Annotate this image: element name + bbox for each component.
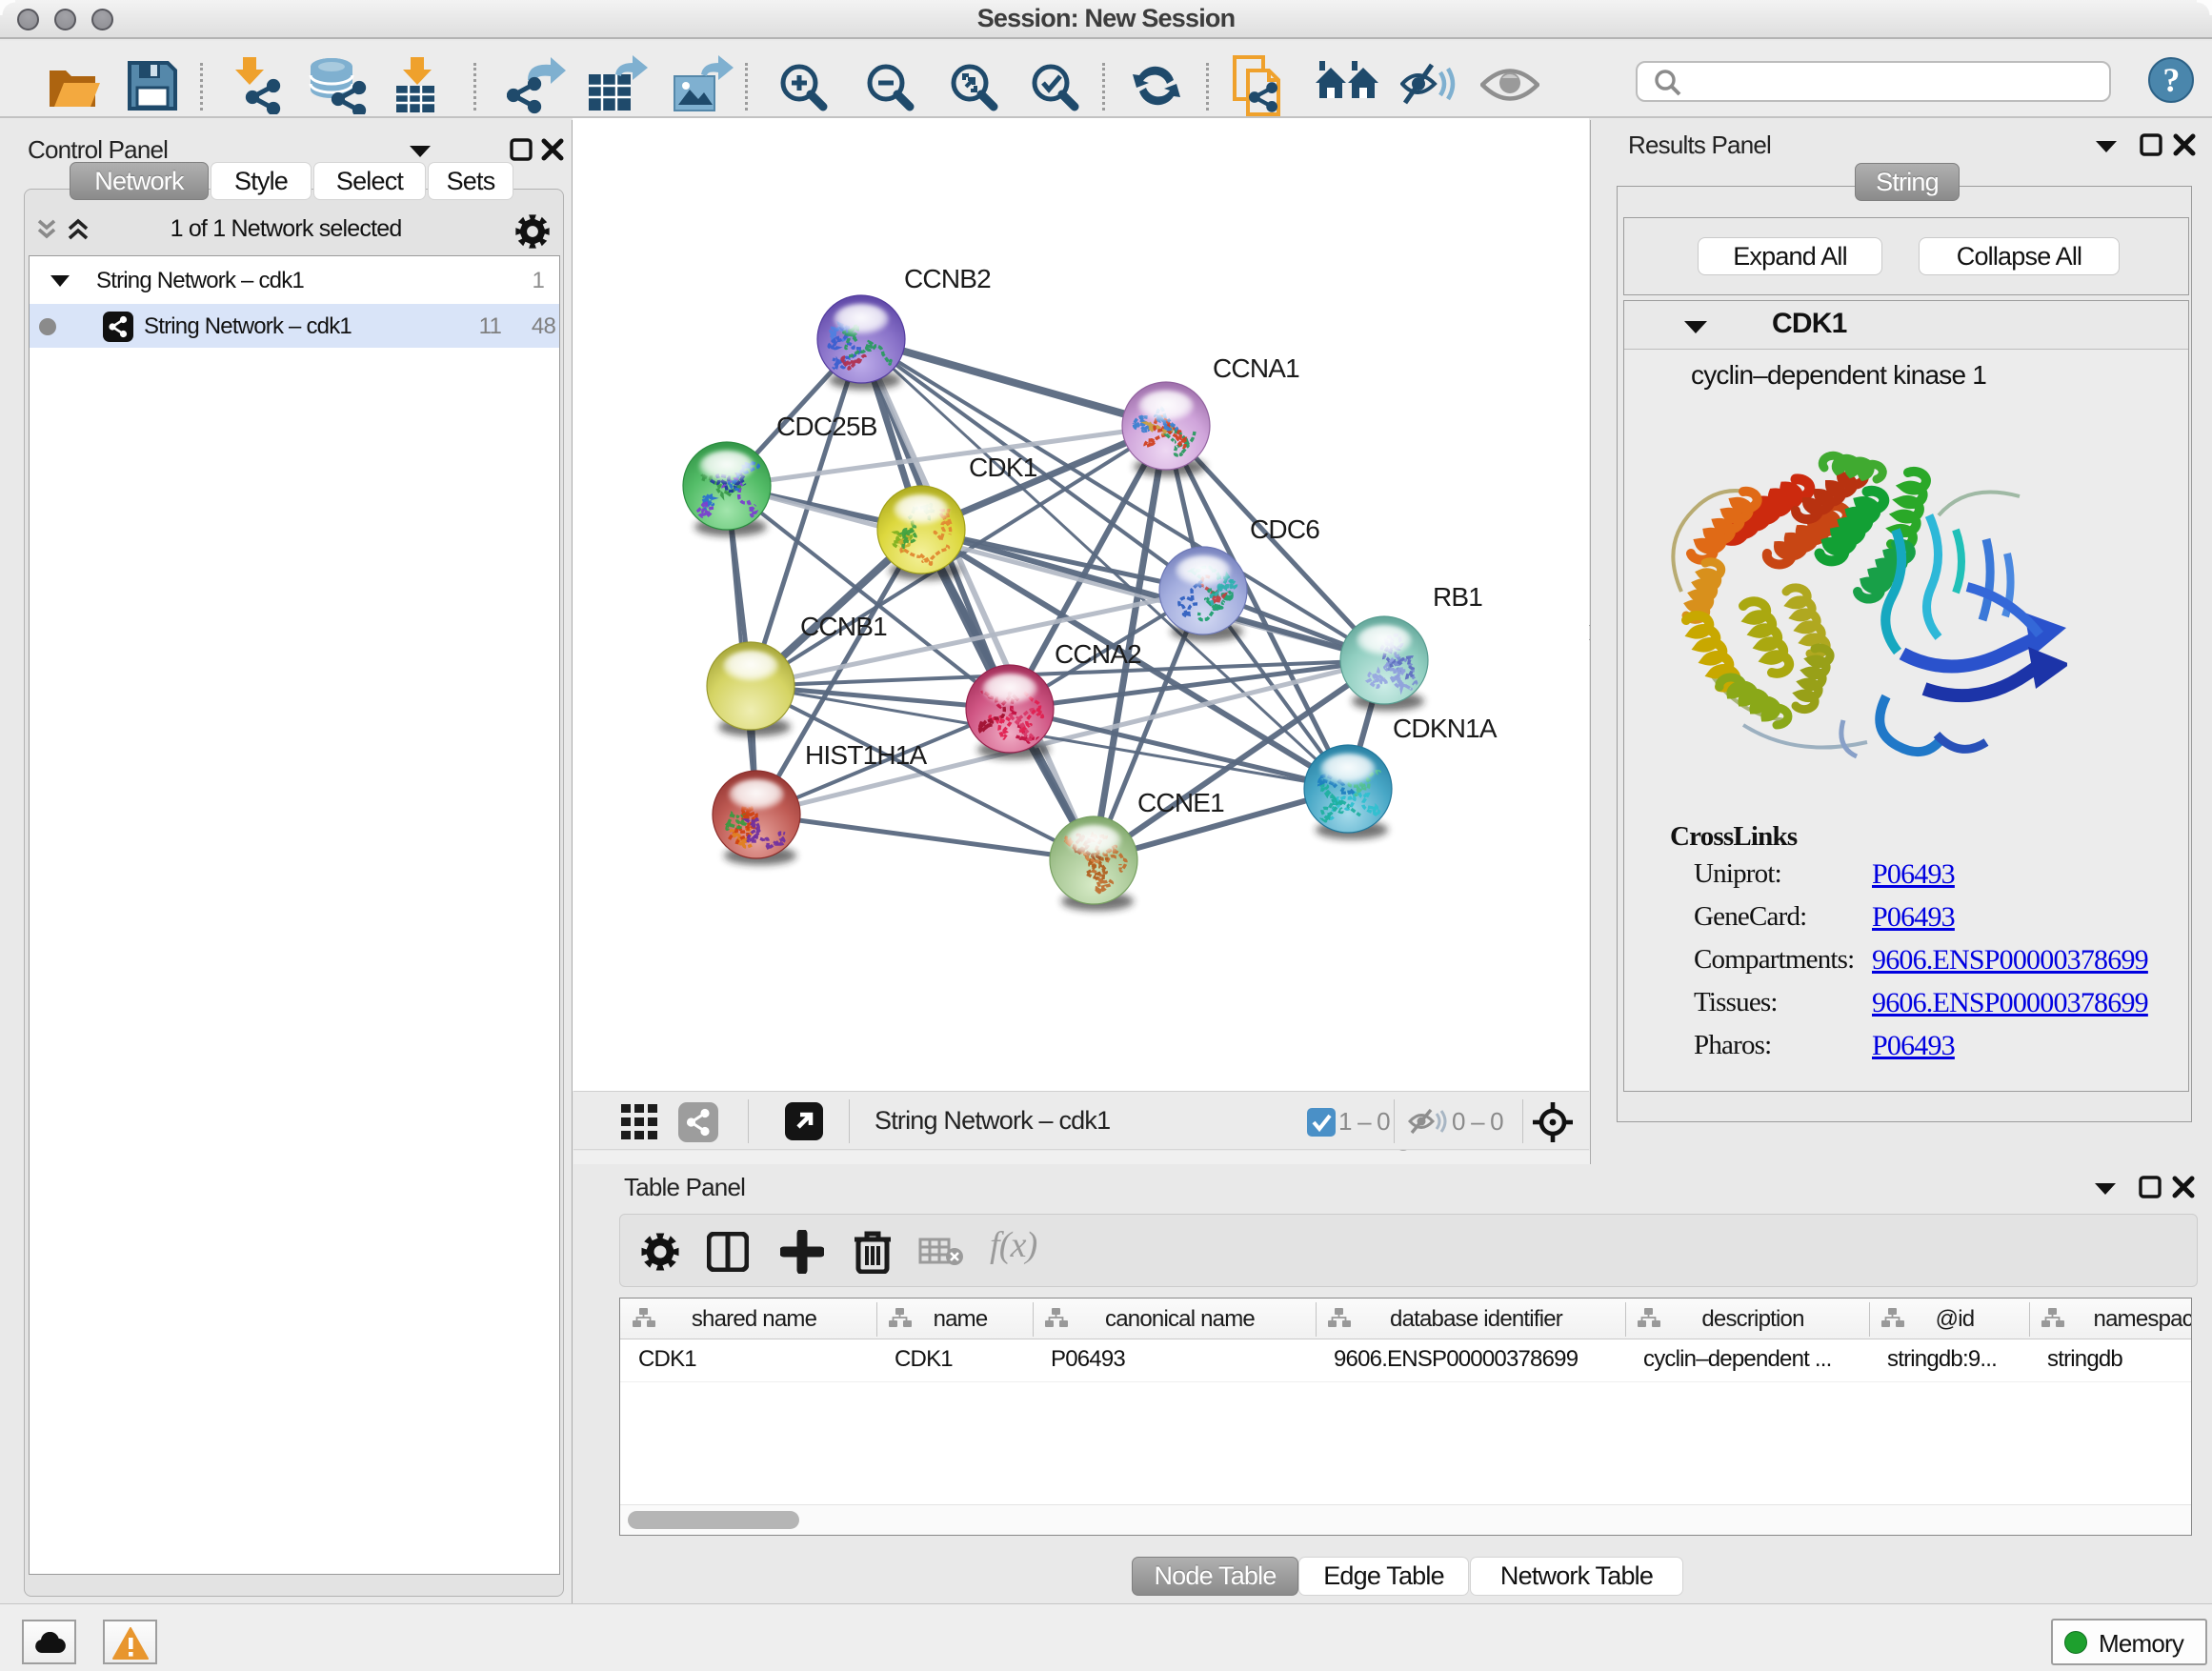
svg-text:CDKN1A: CDKN1A	[1393, 714, 1498, 743]
svg-text:CDC25B: CDC25B	[776, 412, 877, 441]
svg-text:CCNB2: CCNB2	[904, 264, 991, 293]
svg-text:CCNA1: CCNA1	[1213, 353, 1299, 383]
svg-text:CCNE1: CCNE1	[1137, 788, 1224, 817]
svg-text:HIST1H1A: HIST1H1A	[805, 740, 928, 770]
svg-text:CCNB1: CCNB1	[800, 612, 887, 641]
svg-text:CCNA2: CCNA2	[1055, 639, 1141, 669]
svg-text:CDC6: CDC6	[1250, 514, 1319, 544]
svg-text:CDK1: CDK1	[969, 453, 1037, 482]
svg-text:RB1: RB1	[1433, 582, 1482, 612]
svg-text:?: ?	[2162, 61, 2179, 99]
